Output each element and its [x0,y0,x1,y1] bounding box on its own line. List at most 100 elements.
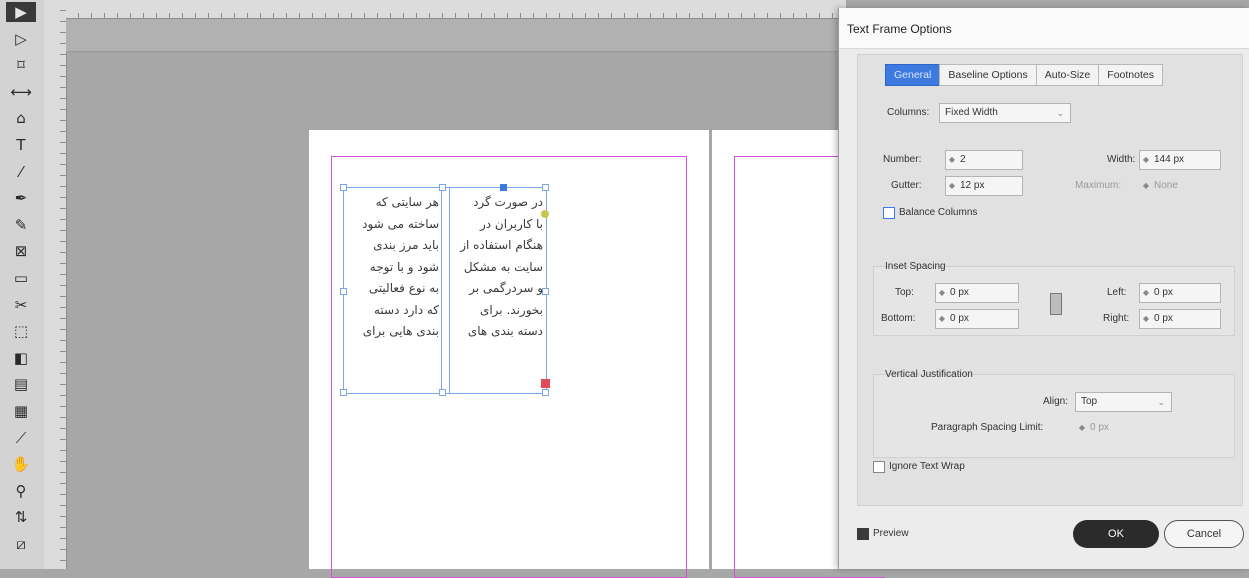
ignore-text-wrap-checkbox[interactable] [873,461,885,473]
hand-tool-icon[interactable]: ✋ [6,454,36,474]
vertical-justification-title: Vertical Justification [885,369,973,380]
align-label: Align: [1043,396,1069,407]
number-field[interactable]: ◆ 2 [945,150,1023,170]
gutter-label: Gutter: [891,180,922,191]
gradient-swatch-tool-icon[interactable]: ◧ [6,348,36,368]
left-field[interactable]: ◆ 0 px [1139,283,1221,303]
columns-dropdown[interactable]: Fixed Width ⌄ [939,103,1071,123]
horizontal-ruler[interactable] [66,0,846,19]
pen-tool-icon[interactable]: ✒ [6,188,36,208]
pasteboard [66,19,846,52]
text-column-right: در صورت گرد با کاربران در هنگام استفاده از… [451,192,543,343]
fill-stroke-icon[interactable]: ⧄ [6,534,36,554]
tab-baseline-options[interactable]: Baseline Options [939,64,1037,86]
text-line: هنگام استفاده از [460,238,543,252]
cancel-button[interactable]: Cancel [1164,520,1244,548]
pencil-tool-icon[interactable]: ✎ [6,215,36,235]
tab-auto-size[interactable]: Auto-Size [1035,64,1100,86]
line-tool-icon[interactable]: ⁄ [6,162,36,182]
frame-handle[interactable] [542,288,549,295]
stepper-icon[interactable]: ◆ [1140,284,1152,302]
paragraph-spacing-limit-field[interactable]: ◆ 0 px [1075,418,1141,438]
frame-handle[interactable] [542,184,549,191]
text-line: در صورت گرد [473,195,543,209]
paragraph-spacing-limit-label: Paragraph Spacing Limit: [931,422,1044,433]
eyedropper-tool-icon[interactable]: ⟋ [6,428,36,448]
page-tool-icon[interactable]: ⌑ [6,55,36,75]
stepper-icon[interactable]: ◆ [936,310,948,328]
text-column-left: هر سایتی که ساخته می شود باید مرز بندی شود … [347,192,439,343]
columns-label: Columns: [887,107,930,118]
column-guide [441,187,442,394]
tab-footnotes[interactable]: Footnotes [1098,64,1163,86]
frame-center-point[interactable] [500,184,507,191]
align-dropdown[interactable]: Top ⌄ [1075,392,1172,412]
selection-tool-icon[interactable]: ▶ [6,2,36,22]
rectangle-tool-icon[interactable]: ▭ [6,268,36,288]
gutter-field[interactable]: ◆ 12 px [945,176,1023,196]
stepper-icon[interactable]: ◆ [946,177,958,195]
frame-handle[interactable] [542,389,549,396]
overset-text-icon[interactable] [541,379,550,388]
zoom-tool-icon[interactable]: ⚲ [6,481,36,501]
text-line: و سردرگمی بر [469,281,543,295]
stepper-icon[interactable]: ◆ [1140,151,1152,169]
content-collector-icon[interactable]: ⌂ [6,108,36,128]
scissors-tool-icon[interactable]: ✂ [6,295,36,315]
frame-handle[interactable] [439,184,446,191]
top-field[interactable]: ◆ 0 px [935,283,1019,303]
text-line: بندی هایی برای [362,324,439,338]
frame-handle[interactable] [439,389,446,396]
ok-button[interactable]: OK [1073,520,1159,548]
note-tool-icon[interactable]: ▦ [6,401,36,421]
tab-general[interactable]: General [885,64,941,86]
right-label: Right: [1103,313,1130,324]
align-dropdown-value: Top [1081,396,1098,407]
page-left[interactable]: در صورت گرد با کاربران در هنگام استفاده از… [309,130,709,578]
width-field[interactable]: ◆ 144 px [1139,150,1221,170]
vertical-ruler[interactable] [44,0,67,569]
maximum-label: Maximum: [1075,180,1122,191]
stepper-icon[interactable]: ◆ [946,151,958,169]
ignore-text-wrap-label: Ignore Text Wrap [889,461,965,472]
direct-selection-tool-icon[interactable]: ▷ [6,29,36,49]
chevron-down-icon: ⌄ [1157,397,1165,407]
left-label: Left: [1107,287,1127,298]
top-label: Top: [895,287,914,298]
gap-tool-icon[interactable]: ⟷ [6,82,36,102]
balance-columns-checkbox[interactable] [883,207,895,219]
bottom-field[interactable]: ◆ 0 px [935,309,1019,329]
dialog-title-bar[interactable]: Text Frame Options [839,8,1249,49]
text-line: دسته بندی های [467,324,543,338]
stepper-icon[interactable]: ◆ [936,284,948,302]
tools-panel: ▶ ▷ ⌑ ⟷ ⌂ T ⁄ ✒ ✎ ⊠ ▭ ✂ ⬚ ◧ ▤ ▦ ⟋ ✋ ⚲ ⇅ ⧄ [0,0,45,569]
swap-fill-stroke-icon[interactable]: ⇅ [6,507,36,527]
width-label: Width: [1107,154,1136,165]
dialog-title: Text Frame Options [847,22,952,36]
maximum-field: ◆ None [1139,176,1221,196]
frame-handle[interactable] [340,389,347,396]
page-right[interactable] [712,130,885,578]
gradient-feather-tool-icon[interactable]: ▤ [6,374,36,394]
preview-checkbox[interactable] [857,528,869,540]
stepper-icon[interactable]: ◆ [1076,419,1088,437]
right-field[interactable]: ◆ 0 px [1139,309,1221,329]
rectangle-frame-tool-icon[interactable]: ⊠ [6,241,36,261]
frame-handle[interactable] [340,288,347,295]
text-line: که دارد دسته [373,302,439,317]
link-settings-icon[interactable] [1050,293,1062,315]
text-line: با کاربران در [479,216,543,231]
inset-spacing-title: Inset Spacing [885,261,946,272]
dialog-tabs: General Baseline Options Auto-Size Footn… [885,64,1163,86]
type-tool-icon[interactable]: T [6,135,36,155]
text-line: به نوع فعالیتی [368,281,439,295]
balance-columns-label: Balance Columns [899,207,978,218]
text-line: شود و با توجه [369,259,439,274]
frame-handle[interactable] [340,184,347,191]
preview-label: Preview [873,528,909,539]
free-transform-tool-icon[interactable]: ⬚ [6,321,36,341]
text-line: بخورند. برای [479,302,543,317]
text-line: باید مرز بندی [373,238,439,252]
stepper-icon[interactable]: ◆ [1140,310,1152,328]
text-line: هر سایتی که [375,195,439,209]
